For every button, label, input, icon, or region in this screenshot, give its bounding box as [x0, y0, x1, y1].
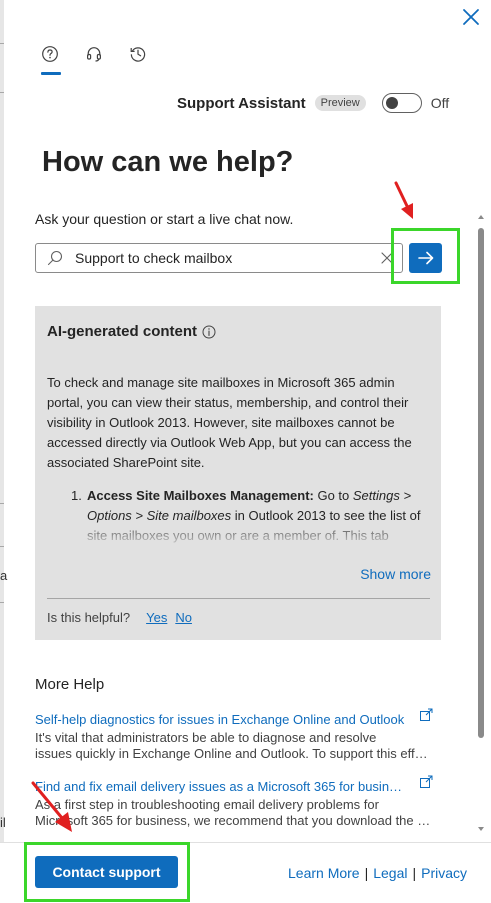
headset-icon: [86, 47, 101, 62]
ai-card-divider: [47, 598, 430, 599]
privacy-link[interactable]: Privacy: [421, 865, 467, 881]
feedback-yes-link[interactable]: Yes: [146, 610, 167, 625]
support-panel: a il Support Assistant Preview Off How c…: [0, 0, 491, 903]
help-article-description: It's vital that administrators be able t…: [35, 730, 433, 762]
help-article-title-row: Self-help diagnostics for issues in Exch…: [35, 708, 435, 730]
ai-content-title: AI-generated content: [47, 323, 216, 340]
background-app-edge: [0, 0, 4, 903]
external-link-icon: [420, 775, 433, 788]
close-button[interactable]: [458, 4, 484, 30]
legal-link[interactable]: Legal: [373, 865, 407, 881]
close-icon: [463, 9, 479, 25]
search-icon: [47, 250, 63, 266]
help-article-link[interactable]: Self-help diagnostics for issues in Exch…: [35, 712, 409, 727]
list-item: Find and fix email delivery issues as a …: [35, 775, 435, 829]
question-circle-icon: [42, 46, 58, 62]
footer-separator: |: [364, 865, 369, 881]
ai-content-title-text: AI-generated content: [47, 323, 198, 340]
background-text-fragment: a: [0, 568, 8, 583]
list-item: Self-help diagnostics for issues in Exch…: [35, 708, 435, 762]
list-bold-text: Access Site Mailboxes Management:: [87, 488, 314, 503]
preview-badge: Preview: [314, 95, 366, 111]
toggle-knob: [385, 97, 398, 109]
panel-scrollbar[interactable]: [474, 212, 488, 838]
page-title: How can we help?: [42, 146, 294, 178]
external-link-icon: [420, 708, 433, 721]
show-more-link[interactable]: Show more: [360, 566, 431, 582]
search-input-value[interactable]: Support to check mailbox: [75, 250, 380, 266]
search-input[interactable]: Support to check mailbox: [35, 243, 403, 273]
help-article-description-line: As a first step in troubleshooting email…: [35, 797, 379, 812]
scroll-up-arrow-icon[interactable]: [474, 212, 488, 222]
footer-separator: |: [412, 865, 417, 881]
help-article-description-line: issues quickly in Exchange Online and Ou…: [35, 746, 433, 761]
tab-help[interactable]: [38, 42, 62, 66]
list-number: 1.: [71, 488, 82, 503]
info-icon[interactable]: [202, 325, 216, 339]
ai-generated-content-card: AI-generated content To check and manage…: [35, 306, 441, 640]
panel-tabs: [38, 42, 150, 66]
search-prompt: Ask your question or start a live chat n…: [35, 211, 294, 227]
annotation-arrow-submit: [394, 181, 413, 219]
feedback-no-link[interactable]: No: [175, 610, 192, 625]
feedback-row: Is this helpful? Yes No: [47, 610, 192, 625]
content-fade: [35, 526, 441, 548]
toggle-state-label: Off: [430, 95, 450, 111]
help-article-description-line: Microsoft 365 for business, we recommend…: [35, 813, 433, 828]
support-assistant-row: Support Assistant Preview Off: [177, 93, 449, 113]
list-text-part-1: Go to: [313, 488, 353, 503]
help-article-title-row: Find and fix email delivery issues as a …: [35, 775, 435, 797]
tab-live-chat[interactable]: [82, 42, 106, 66]
more-help-heading: More Help: [35, 676, 105, 693]
tab-history[interactable]: [126, 42, 150, 66]
background-text-fragment: il: [0, 815, 6, 830]
scrollbar-thumb[interactable]: [478, 228, 484, 738]
learn-more-link[interactable]: Learn More: [288, 865, 360, 881]
footer-links: Learn More | Legal | Privacy: [288, 865, 467, 881]
support-assistant-label: Support Assistant: [177, 94, 306, 112]
history-icon: [130, 47, 146, 62]
highlight-box-submit: [391, 228, 460, 284]
active-tab-indicator: [41, 72, 61, 75]
support-assistant-toggle[interactable]: [381, 93, 422, 113]
help-article-description-line: It's vital that administrators be able t…: [35, 730, 377, 745]
ai-content-body: To check and manage site mailboxes in Mi…: [47, 375, 412, 470]
help-article-description: As a first step in troubleshooting email…: [35, 797, 433, 829]
feedback-question: Is this helpful?: [47, 610, 131, 625]
highlight-box-contact: [24, 842, 190, 902]
help-article-link[interactable]: Find and fix email delivery issues as a …: [35, 779, 409, 794]
scroll-down-arrow-icon[interactable]: [474, 824, 488, 834]
